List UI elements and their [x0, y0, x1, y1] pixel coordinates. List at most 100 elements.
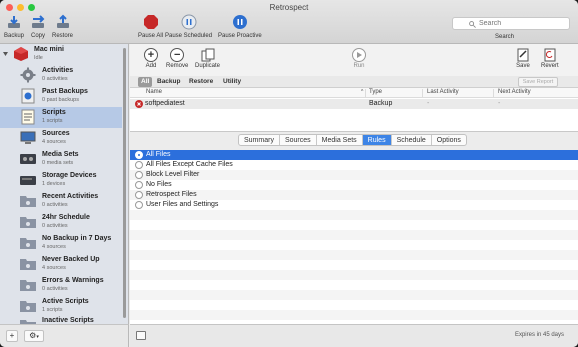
sidebar-item-subtitle: 1 devices	[42, 181, 66, 187]
filter-all[interactable]: All	[138, 77, 153, 87]
revert-label: Revert	[541, 63, 559, 69]
minus-icon: −	[170, 48, 185, 62]
rule-option[interactable]: All Files Except Cache Files	[130, 160, 578, 170]
radio-button[interactable]	[135, 171, 143, 179]
col-last-activity[interactable]: Last Activity	[427, 89, 459, 95]
pause-proactive-label: Pause Proactive	[218, 33, 262, 39]
toolbar: Retrospect Backup Copy Restore Pause All…	[0, 0, 578, 44]
disclosure-triangle-icon	[3, 52, 8, 56]
empty-row	[130, 310, 578, 320]
pause-scheduled-button[interactable]: Pause Scheduled	[165, 14, 212, 39]
sidebar-item-storage-devices[interactable]: Storage Devices 1 devices	[0, 170, 122, 191]
revert-button[interactable]: Revert	[541, 48, 559, 69]
log-icon[interactable]	[136, 331, 146, 340]
server-icon	[14, 47, 28, 61]
filter-utility[interactable]: Utility	[220, 77, 244, 87]
backup-button[interactable]: Backup	[4, 14, 24, 39]
duplicate-icon	[201, 48, 214, 62]
sidebar-item-no-backup-7-days[interactable]: No Backup in 7 Days 4 sources	[0, 233, 122, 254]
radio-button[interactable]	[135, 161, 143, 169]
script-type: Backup	[369, 100, 393, 107]
radio-button[interactable]	[135, 151, 143, 159]
sidebar-item-24hr-schedule[interactable]: 24hr Schedule 0 activities	[0, 212, 122, 233]
sidebar-item-activities[interactable]: Activities 0 activities	[0, 65, 122, 86]
copy-button[interactable]: Copy	[30, 14, 46, 39]
tab-options[interactable]: Options	[432, 135, 466, 145]
backup-icon	[8, 16, 20, 28]
tab-schedule[interactable]: Schedule	[392, 135, 432, 145]
filter-backup[interactable]: Backup	[154, 77, 183, 87]
sidebar-item-inactive-scripts[interactable]: Inactive Scripts	[0, 315, 122, 324]
sidebar-item-media-sets[interactable]: Media Sets 0 media sets	[0, 149, 122, 170]
sidebar-item-label: Mac mini	[34, 46, 64, 53]
empty-row	[130, 230, 578, 240]
col-name[interactable]: Name	[146, 89, 162, 95]
sidebar-item-never-backed-up[interactable]: Never Backed Up 4 sources	[0, 254, 122, 275]
tab-sources[interactable]: Sources	[280, 135, 317, 145]
detail-pane: Summary Sources Media Sets Rules Schedul…	[130, 131, 578, 325]
remove-script-button[interactable]: − Remove	[166, 48, 188, 69]
duplicate-script-button[interactable]: Duplicate	[195, 48, 220, 69]
table-row[interactable]: softpediatest Backup - -	[130, 99, 578, 109]
sidebar-item-label: Media Sets	[42, 151, 79, 158]
tab-rules[interactable]: Rules	[362, 135, 392, 145]
sidebar-item-past-backups[interactable]: Past Backups 0 past backups	[0, 86, 122, 107]
add-label: Add	[145, 63, 157, 69]
column-divider	[422, 89, 423, 97]
rule-label: Block Level Filter	[146, 171, 200, 178]
sidebar-item-label: Active Scripts	[42, 298, 89, 305]
sidebar-item-subtitle: 0 past backups	[42, 97, 79, 103]
sidebar-item-recent-activities[interactable]: Recent Activities 0 activities	[0, 191, 122, 212]
sidebar-footer: + ⚙▾	[0, 324, 129, 347]
sidebar-item-subtitle: 1 scripts	[42, 118, 63, 124]
radio-button[interactable]	[135, 201, 143, 209]
sidebar-item-label: 24hr Schedule	[42, 214, 90, 221]
add-script-button[interactable]: + Add	[144, 48, 158, 69]
filter-restore[interactable]: Restore	[186, 77, 216, 87]
search-label: Search	[495, 34, 515, 40]
gear-menu-button[interactable]: ⚙▾	[24, 330, 44, 342]
sort-ascending-icon: ^	[361, 89, 364, 95]
search-field[interactable]	[452, 17, 570, 30]
run-button[interactable]: Run	[352, 48, 366, 69]
sidebar-item-label: Inactive Scripts	[42, 317, 94, 324]
rule-label: No Files	[146, 181, 172, 188]
rule-option[interactable]: All Files	[130, 150, 578, 160]
sidebar-scrollbar[interactable]	[123, 48, 126, 318]
detail-tabs: Summary Sources Media Sets Rules Schedul…	[238, 134, 467, 146]
pause-proactive-button[interactable]: Pause Proactive	[218, 14, 262, 39]
sidebar-item-active-scripts[interactable]: Active Scripts 1 scripts	[0, 296, 122, 317]
rule-option[interactable]: No Files	[130, 180, 578, 190]
save-report-button[interactable]: Save Report	[518, 77, 558, 87]
sidebar-item-mac-mini[interactable]: Mac mini Idle	[0, 44, 122, 65]
sidebar-item-label: Errors & Warnings	[42, 277, 104, 284]
rule-option[interactable]: Retrospect Files	[130, 190, 578, 200]
sidebar-item-subtitle: 4 sources	[42, 265, 66, 271]
col-next-activity[interactable]: Next Activity	[498, 89, 531, 95]
empty-row	[130, 290, 578, 300]
past-backups-icon	[21, 88, 35, 104]
script-next-activity: -	[498, 100, 501, 107]
sidebar-item-label: Scripts	[42, 109, 66, 116]
save-button[interactable]: Save	[516, 48, 530, 69]
radio-button[interactable]	[135, 191, 143, 199]
sidebar-item-scripts[interactable]: Scripts 1 scripts	[0, 107, 122, 128]
pause-all-button[interactable]: Pause All	[138, 14, 163, 39]
pause-scheduled-label: Pause Scheduled	[165, 33, 213, 39]
restore-button[interactable]: Restore	[52, 14, 73, 39]
tab-summary[interactable]: Summary	[239, 135, 280, 145]
rule-option[interactable]: Block Level Filter	[130, 170, 578, 180]
sidebar-item-errors-warnings[interactable]: Errors & Warnings 0 activities	[0, 275, 122, 296]
expiration-notice: Expires in 45 days	[514, 332, 564, 338]
radio-button[interactable]	[135, 181, 143, 189]
tab-media-sets[interactable]: Media Sets	[317, 135, 363, 145]
sidebar-item-subtitle: 4 sources	[42, 139, 66, 145]
col-type[interactable]: Type	[369, 89, 382, 95]
empty-row	[130, 250, 578, 260]
add-button[interactable]: +	[6, 330, 18, 342]
smart-folder-icon	[20, 280, 36, 291]
rule-label: User Files and Settings	[146, 201, 219, 208]
rule-option[interactable]: User Files and Settings	[130, 200, 578, 210]
sidebar-item-sources[interactable]: Sources 4 sources	[0, 128, 122, 149]
sidebar-item-subtitle: 0 media sets	[42, 160, 74, 166]
